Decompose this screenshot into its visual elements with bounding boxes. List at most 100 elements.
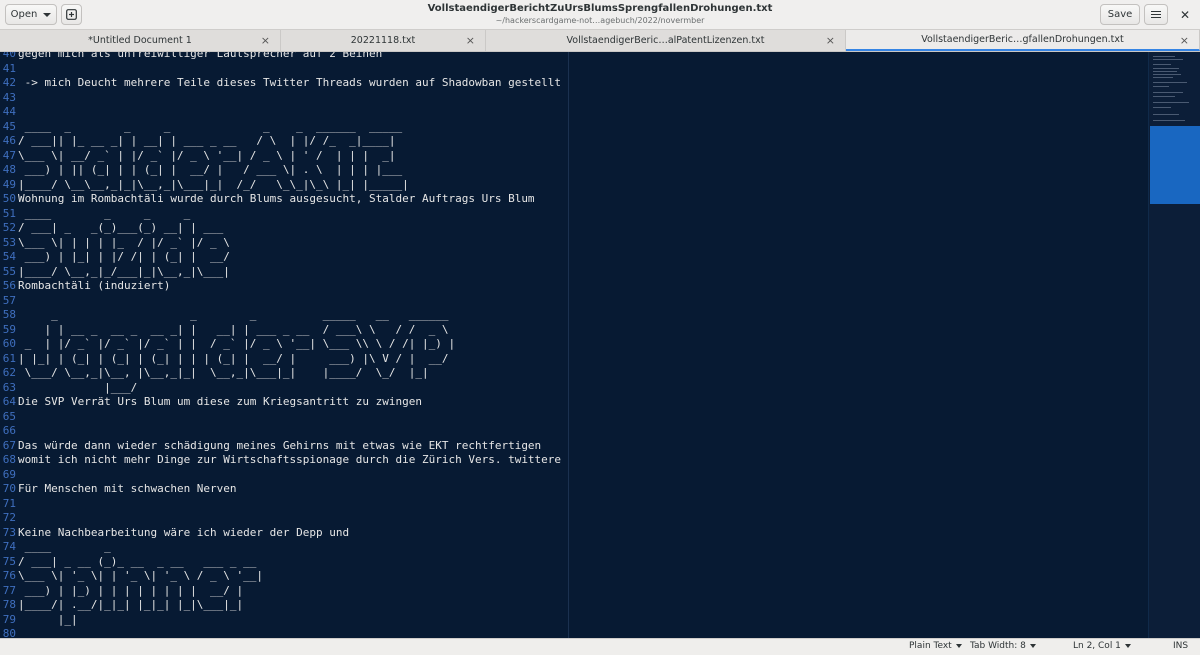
line-number: 64: [2, 395, 16, 408]
text-line[interactable]: ____ _: [18, 540, 561, 555]
tab-close-icon[interactable]: ×: [1180, 34, 1189, 47]
text-line[interactable]: womit ich nicht mehr Dinge zur Wirtschaf…: [18, 453, 561, 468]
main-menu-button[interactable]: [1144, 4, 1168, 25]
text-line[interactable]: ​: [18, 497, 561, 512]
line-number: 75: [2, 554, 16, 568]
line-number: 51: [2, 206, 16, 220]
line-number: 40: [2, 52, 16, 60]
tab-width-selector[interactable]: Tab Width: 8: [970, 641, 1036, 651]
text-line[interactable]: ___) | || (_| | | (_| | __/ | / ___ \| .…: [18, 163, 561, 178]
line-number: 46: [2, 134, 16, 147]
save-button[interactable]: Save: [1100, 4, 1140, 25]
line-number: 42: [2, 76, 16, 89]
text-line[interactable]: Keine Nachbearbeitung wäre ich wieder de…: [18, 526, 561, 541]
text-line[interactable]: \___ \| __/ _` | |/ _` |/ _ \ '__| / _ \…: [18, 149, 561, 164]
line-number: 53: [2, 235, 16, 249]
line-number: 68: [2, 453, 16, 466]
text-line[interactable]: gegen mich als unfreiwilliger Lautsprech…: [18, 52, 561, 62]
line-number: 78: [2, 598, 16, 611]
text-line[interactable]: ​: [18, 627, 561, 638]
text-line[interactable]: |____/| .__/|_|_| |_|_| |_|\___|_|: [18, 598, 561, 613]
text-line[interactable]: \___ \| '_ \| | '_ \| '_ \ / _ \ '__|: [18, 569, 561, 584]
line-number: 63: [2, 380, 16, 394]
tab-close-icon[interactable]: ×: [466, 34, 475, 47]
line-number: 72: [2, 511, 16, 524]
line-number: 50: [2, 192, 16, 205]
text-line[interactable]: _ _ _ _____ __ ______: [18, 308, 561, 323]
text-line[interactable]: ​: [18, 410, 561, 425]
text-line[interactable]: -> mich Deucht mehrere Teile dieses Twit…: [18, 76, 561, 91]
tab-bar: *Untitled Document 1 × 20221118.txt × Vo…: [0, 30, 1200, 52]
tab-close-icon[interactable]: ×: [261, 34, 270, 47]
line-number: 55: [2, 264, 16, 278]
tab-sprengfallen-drohungen[interactable]: VollstaendigerBeric…gfallenDrohungen.txt…: [846, 30, 1200, 51]
editor-text[interactable]: gegen mich als unfreiwilliger Lautsprech…: [18, 52, 561, 638]
tab-untitled-document[interactable]: *Untitled Document 1 ×: [0, 30, 281, 51]
line-number: 66: [2, 424, 16, 437]
language-selector[interactable]: Plain Text: [909, 641, 962, 651]
text-line[interactable]: | | __ _ __ _ __ _| | __| | ___ _ __ / _…: [18, 323, 561, 338]
text-line[interactable]: |_|: [18, 613, 561, 628]
line-number: 47: [2, 148, 16, 162]
tab-label: *Untitled Document 1: [88, 35, 192, 46]
text-line[interactable]: Wohnung im Rombachtäli wurde durch Blums…: [18, 192, 561, 207]
text-line[interactable]: ​: [18, 62, 561, 77]
text-line[interactable]: |___/: [18, 381, 561, 396]
cursor-position-label: Ln 2, Col 1: [1073, 641, 1121, 651]
text-line[interactable]: / ___| _ __ (_)_ __ _ __ ___ _ __: [18, 555, 561, 570]
minimap-viewport[interactable]: [1150, 126, 1200, 204]
line-number: 70: [2, 482, 16, 495]
text-line[interactable]: ​: [18, 294, 561, 309]
line-number: 80: [2, 627, 16, 638]
minimap[interactable]: [1148, 52, 1200, 638]
text-line[interactable]: Die SVP Verrät Urs Blum um diese zum Kri…: [18, 395, 561, 410]
text-line[interactable]: |____/ \__\__,_|_|\__,_|\___|_| /_/ \_\_…: [18, 178, 561, 193]
text-editor[interactable]: 40 41 42 43 44 45 46 47 48 49 50 51 52 53 54 55 56 57 58 59…: [0, 52, 1200, 638]
line-number: 49: [2, 177, 16, 191]
text-line[interactable]: Für Menschen mit schwachen Nerven: [18, 482, 561, 497]
hamburger-menu-icon: [1151, 10, 1161, 19]
line-number: 44: [2, 105, 16, 118]
text-line[interactable]: / ___| _ _(_)___(_) __| | ___: [18, 221, 561, 236]
insert-mode[interactable]: INS: [1173, 641, 1188, 651]
text-line[interactable]: ​: [18, 468, 561, 483]
tab-width-label: Tab Width: 8: [970, 641, 1026, 651]
line-number: 59: [2, 322, 16, 336]
line-number: 74: [2, 540, 16, 553]
text-line[interactable]: ____ _ _ _: [18, 207, 561, 222]
text-line[interactable]: / ___|| |_ __ _| | __| | ___ _ __ / \ | …: [18, 134, 561, 149]
text-line[interactable]: |____/ \__,_|_/___|_|\__,_|\___|: [18, 265, 561, 280]
line-number: 52: [2, 221, 16, 234]
text-line[interactable]: \___/ \__,_|\__, |\__,_|_| \__,_|\___|_|…: [18, 366, 561, 381]
chevron-down-icon: [1029, 644, 1036, 648]
line-number: 73: [2, 525, 16, 539]
text-line[interactable]: Rombachtäli (induziert): [18, 279, 561, 294]
close-icon: ✕: [1180, 8, 1191, 22]
line-number: 48: [2, 163, 16, 176]
line-number: 65: [2, 409, 16, 423]
right-margin-guide: [568, 52, 569, 638]
text-line[interactable]: | |_| | (_| | (_| | (_| | | | (_| | __/ …: [18, 352, 561, 367]
text-line[interactable]: Das würde dann wieder schädigung meines …: [18, 439, 561, 454]
close-window-button[interactable]: ✕: [1180, 8, 1190, 22]
line-number: 56: [2, 279, 16, 292]
text-line[interactable]: ​: [18, 424, 561, 439]
cursor-position[interactable]: Ln 2, Col 1: [1073, 641, 1131, 651]
tab-close-icon[interactable]: ×: [826, 34, 835, 47]
line-number: 45: [2, 119, 16, 133]
text-line[interactable]: \___ \| | | | |_ / |/ _` |/ _ \: [18, 236, 561, 251]
text-line[interactable]: ​: [18, 511, 561, 526]
tab-20221118[interactable]: 20221118.txt ×: [281, 30, 486, 51]
line-number: 41: [2, 61, 16, 75]
line-number: 57: [2, 293, 16, 307]
text-line[interactable]: ___) | |_| | |/ /| | (_| | __/: [18, 250, 561, 265]
tab-label: 20221118.txt: [350, 35, 416, 46]
tab-patent-lizenzen[interactable]: VollstaendigerBeric…alPatentLizenzen.txt…: [486, 30, 846, 51]
line-number: 60: [2, 337, 16, 350]
text-line[interactable]: _ | |/ _` |/ _` |/ _` | | / _` |/ _ \ '_…: [18, 337, 561, 352]
text-line[interactable]: ____ _ _ _ _ _ ______ _____: [18, 120, 561, 135]
text-line[interactable]: ___) | |_) | | | | | | | | __/ |: [18, 584, 561, 599]
text-line[interactable]: ​: [18, 91, 561, 106]
line-number: 61: [2, 351, 16, 365]
text-line[interactable]: ​: [18, 105, 561, 120]
